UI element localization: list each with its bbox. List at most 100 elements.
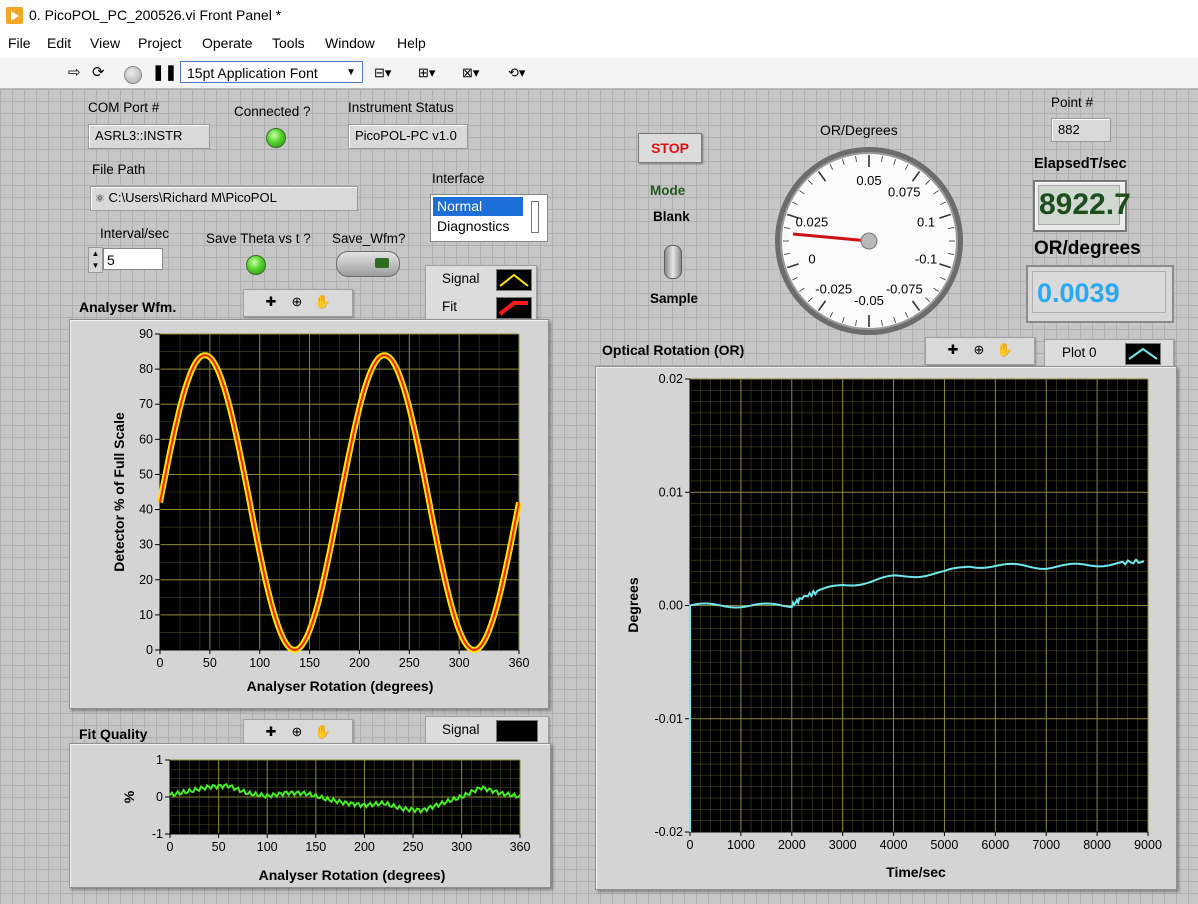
gauge-hub [860,232,878,250]
x-tick-label: 300 [449,656,470,670]
fit-legend-signal-label: Signal [442,722,480,737]
pan-tool-icon[interactable]: ✋ [312,293,334,311]
fit-zoom-tool-icon[interactable]: ⊕ [286,723,308,741]
stop-button[interactable]: STOP [638,133,702,163]
pause-icon[interactable]: ❚❚ [152,63,177,83]
gauge-scale-label: -0.1 [915,252,937,267]
connected-label: Connected ? [234,104,311,119]
save-theta-label: Save Theta vs t ? [206,231,311,246]
menu-project[interactable]: Project [138,35,182,51]
cursor-tool-icon[interactable]: ✚ [260,293,282,311]
interval-input[interactable]: 5 [103,248,163,270]
legend-fit-label: Fit [442,299,457,314]
analyser-legend: Signal Fit [425,265,537,322]
com-port-field[interactable]: ASRL3::INSTR [88,124,210,149]
elapsed-value: 8922.7 [1038,185,1131,225]
fit-legend-signal-swatch[interactable] [496,720,538,742]
interval-label: Interval/sec [100,226,170,241]
front-panel: COM Port # ASRL3::INSTR Connected ? Inst… [0,89,1198,904]
menu-window[interactable]: Window [325,35,375,51]
font-select[interactable]: 15pt Application Font ▼ [180,61,363,83]
listbox-scrollbar[interactable] [531,201,539,233]
save-theta-led-icon[interactable] [246,255,266,275]
interface-option-diagnostics[interactable]: Diagnostics [433,217,533,236]
run-continuously-icon[interactable]: ⟳ [92,63,105,83]
abort-icon[interactable] [124,66,142,84]
menu-file[interactable]: File [8,35,31,51]
reorder-icon[interactable]: ⟲▾ [508,63,525,83]
save-wfm-toggle[interactable] [336,251,400,277]
fit-pan-tool-icon[interactable]: ✋ [312,723,334,741]
analyser-chart-title: Analyser Wfm. [79,299,177,315]
y-tick-label: 0 [146,643,153,657]
save-wfm-label: Save_Wfm? [332,231,406,246]
menu-tools[interactable]: Tools [272,35,305,51]
x-tick-label: 100 [257,840,278,854]
elapsed-display: 8922.7 [1033,180,1131,232]
x-tick-label: 200 [354,840,375,854]
y-tick-label: -0.02 [655,825,684,839]
menu-bar: File Edit View Project Operate Tools Win… [0,31,1198,59]
labview-app-icon [6,7,23,24]
x-tick-label: 6000 [981,838,1009,852]
gauge-label: OR/Degrees [820,122,898,138]
or-chart: 0 1000 2000 3000 4000 5000 6000 7000 8000 9000 -0.… [625,372,1162,880]
legend-fit-swatch[interactable] [496,297,532,319]
analyser-y-axis-label: Detector % of Full Scale [111,412,127,572]
or-y-axis-label: Degrees [625,577,641,632]
or-legend-swatch[interactable] [1125,343,1161,365]
chevron-down-icon: ▼ [346,67,356,78]
align-objects-icon[interactable]: ⊟▾ [374,63,391,83]
y-tick-label: 0.01 [659,485,683,499]
resize-objects-icon[interactable]: ⊠▾ [462,63,479,83]
y-tick-label: 1 [156,753,163,767]
menu-edit[interactable]: Edit [47,35,71,51]
interval-stepper[interactable]: ▲ ▼ [88,247,103,273]
y-tick-label: 0.00 [659,599,683,613]
or-degrees-display: 0.0039 [1026,265,1174,323]
interface-option-normal[interactable]: Normal [433,197,523,216]
zoom-tool-icon[interactable]: ⊕ [286,293,308,311]
x-tick-label: 250 [399,656,420,670]
file-path-value: C:\Users\Richard M\PicoPOL [108,190,277,205]
distribute-objects-icon[interactable]: ⊞▾ [418,63,435,83]
x-tick-label: 150 [299,656,320,670]
y-tick-label: 70 [139,397,153,411]
or-legend: Plot 0 [1044,339,1174,369]
menu-operate[interactable]: Operate [202,35,253,51]
gauge-scale-label: 0.05 [856,173,881,188]
path-browse-icon: ⚛ [95,193,105,205]
instrument-status-field: PicoPOL-PC v1.0 [348,124,468,149]
y-tick-label: 20 [139,573,153,587]
file-path-field[interactable]: ⚛ C:\Users\Richard M\PicoPOL [90,186,358,211]
window-title: 0. PicoPOL_PC_200526.vi Front Panel * [29,7,282,23]
run-arrow-icon[interactable]: ⇨ [68,63,81,83]
legend-signal-swatch[interactable] [496,269,532,291]
analyser-graph-palette: ✚ ⊕ ✋ [243,289,353,317]
analyser-chart: 0 50 100 150 200 250 300 360 0 10 20 30 40 50 60 70 80 90… [111,327,529,694]
or-pan-tool-icon[interactable]: ✋ [994,341,1016,359]
fit-x-axis-label: Analyser Rotation (degrees) [259,867,446,883]
menu-help[interactable]: Help [397,35,426,51]
y-tick-label: 0 [156,790,163,804]
gauge-scale-label: 0.1 [917,214,935,229]
x-tick-label: 1000 [727,838,755,852]
interface-listbox[interactable]: Normal Diagnostics [430,194,548,242]
mode-toggle-switch[interactable] [664,245,682,279]
x-tick-label: 0 [167,840,174,854]
or-degrees-value: 0.0039 [1032,271,1166,313]
mode-blank-label: Blank [653,209,690,224]
x-tick-label: 360 [510,840,531,854]
or-cursor-tool-icon[interactable]: ✚ [942,341,964,359]
fit-cursor-tool-icon[interactable]: ✚ [260,723,282,741]
x-tick-label: 7000 [1032,838,1060,852]
fit-legend: Signal [425,716,549,746]
or-gauge: 0.05 0.075 0.1 -0.1 -0.075-0.05-0.0250 0.025 [775,147,963,335]
x-tick-label: 4000 [880,838,908,852]
or-zoom-tool-icon[interactable]: ⊕ [968,341,990,359]
menu-view[interactable]: View [90,35,120,51]
connected-led-icon [266,128,286,148]
gauge-scale-label: -0.05 [854,293,884,308]
x-tick-label: 0 [157,656,164,670]
or-degrees-label: OR/degrees [1034,238,1141,259]
